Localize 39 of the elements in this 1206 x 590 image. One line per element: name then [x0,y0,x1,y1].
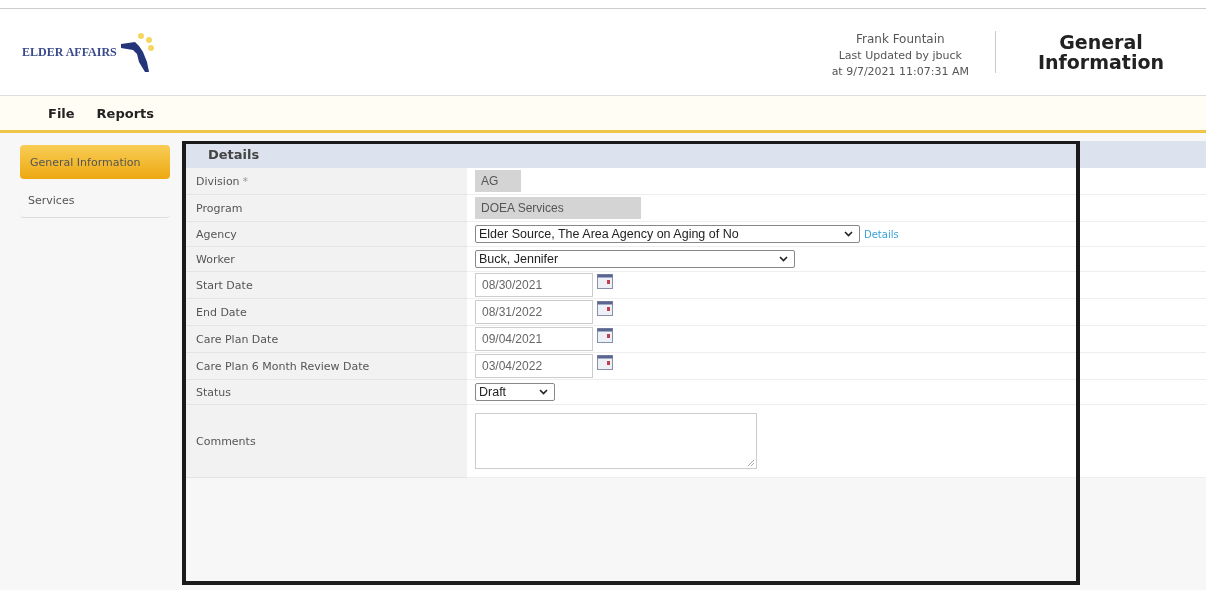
dropdown[interactable]: Elder Source, The Area Agency on Aging of No [475,225,860,243]
chevron-down-icon [844,231,853,237]
updated-by: Last Updated by jbuck [838,49,962,62]
field-label: Comments [196,434,256,448]
required-mark: * [242,174,249,188]
date-field[interactable]: 08/31/2022 [475,300,593,324]
dropdown[interactable]: Draft [475,383,555,401]
dropdown[interactable]: Buck, Jennifer [475,250,795,268]
menu-item[interactable]: Reports [96,105,155,121]
calendar-icon[interactable] [597,301,613,316]
field-label: End Date [196,305,247,319]
updated-at: at 9/7/2021 11:07:31 AM [831,65,969,78]
resize-grip-icon [748,460,754,466]
field-label: Status [196,385,232,399]
field-label: Agency [196,227,237,241]
date-field[interactable]: 09/04/2021 [475,327,593,351]
logo-text: ELDER AFFAIRS [22,44,117,60]
calendar-icon[interactable] [597,328,613,343]
readonly-field: DOEA Services [475,197,641,219]
field-label: Care Plan Date [196,332,279,346]
chevron-down-icon [539,389,548,395]
sidebar-tab[interactable]: Services [20,183,170,218]
field-label: Start Date [196,278,253,292]
state-map-logo-icon [118,30,155,74]
calendar-icon[interactable] [597,355,613,370]
field-label: Division [196,174,240,188]
field-label: Program [196,201,243,215]
sidebar-tab[interactable]: General Information [20,145,170,179]
date-field[interactable]: 08/30/2021 [475,273,593,297]
menu-item[interactable]: File [48,105,75,121]
chevron-down-icon [779,256,788,262]
field-label: Worker [196,252,235,266]
field-label: Care Plan 6 Month Review Date [196,359,370,373]
calendar-icon[interactable] [597,274,613,289]
date-field[interactable]: 03/04/2022 [475,354,593,378]
client-name: Frank Fountain [855,32,945,46]
readonly-field: AG [475,170,521,192]
section-title: Details [208,147,260,162]
page-title: General Information [1036,32,1166,72]
